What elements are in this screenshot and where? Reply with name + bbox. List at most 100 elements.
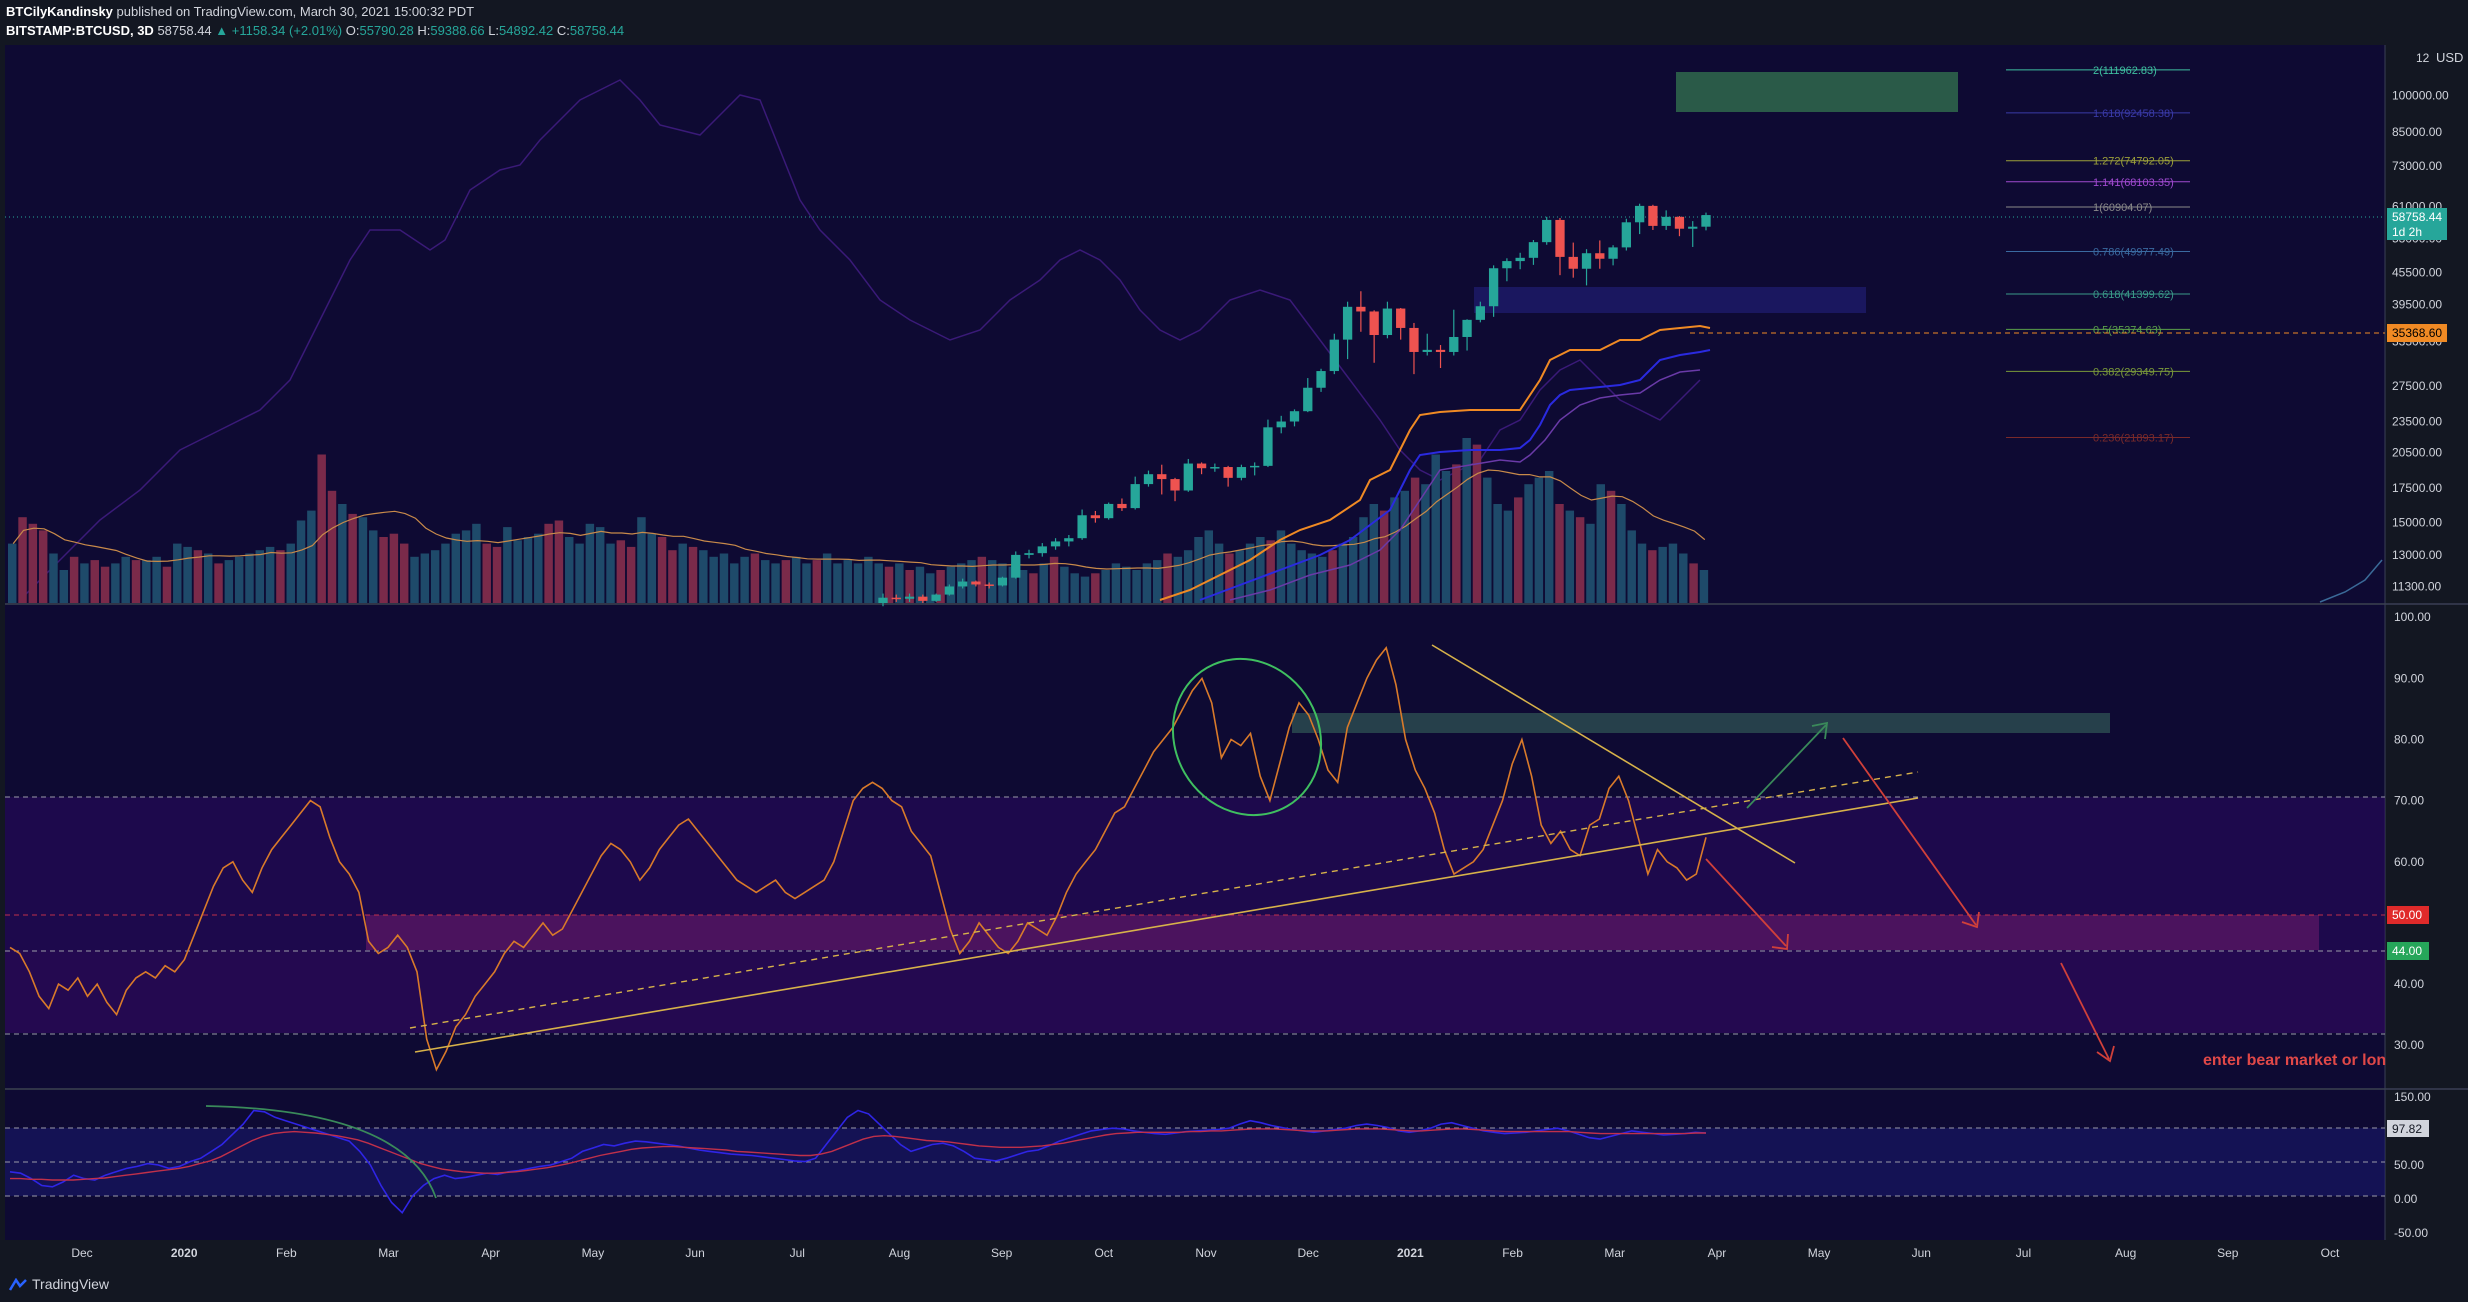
candle-body	[1183, 463, 1193, 491]
candle-body	[1263, 427, 1273, 466]
fib-level-label: 0.236(21893.17)	[2093, 432, 2174, 444]
volume-bar	[1204, 530, 1214, 603]
volume-bar	[214, 563, 223, 603]
volume-bar	[1606, 490, 1616, 603]
candle-body	[1143, 474, 1154, 485]
fib-level-label: 0.382(29349.75)	[2093, 366, 2174, 378]
volume-bar	[1194, 537, 1203, 603]
candle-body	[1050, 541, 1061, 547]
target-zone-box[interactable]	[1676, 72, 1958, 112]
volume-bar	[28, 523, 38, 603]
volume-bar	[482, 543, 491, 603]
volume-bar	[451, 533, 461, 603]
volume-bar	[595, 527, 605, 603]
time-axis[interactable]	[0, 1240, 2468, 1266]
volume-bar	[1091, 573, 1100, 603]
volume-bar	[730, 563, 739, 603]
last-price-badge-value: 58758.44	[2392, 210, 2442, 224]
rsi-tick-label: 40.00	[2394, 977, 2424, 991]
rsi-tick-label: 30.00	[2394, 1038, 2424, 1052]
candle-body	[1329, 339, 1339, 372]
volume-bar	[1699, 570, 1709, 603]
volume-bar	[657, 537, 667, 603]
candle-body	[1024, 553, 1034, 555]
candle-body	[1356, 306, 1366, 312]
rsi-resistance-box[interactable]	[1292, 713, 2110, 733]
candle-body	[1223, 467, 1233, 478]
volume-bar	[544, 523, 553, 603]
volume-bar	[1555, 504, 1564, 603]
rsi-50-badge-value: 50.00	[2392, 908, 2422, 922]
volume-bar	[49, 553, 58, 603]
tradingview-brand[interactable]: TradingView	[32, 1276, 109, 1292]
volume-bar	[1421, 484, 1430, 603]
volume-bar	[1689, 563, 1698, 603]
candle-body	[1581, 253, 1592, 269]
price-tick-label: 39500.00	[2392, 298, 2442, 312]
candle-body	[1568, 256, 1578, 269]
volume-bar	[1658, 546, 1667, 603]
candle-body	[1342, 306, 1353, 340]
volume-bar	[1472, 444, 1482, 603]
currency-label[interactable]: USD	[2436, 50, 2463, 65]
volume-bar	[637, 517, 646, 603]
time-tick-label: Apr	[481, 1246, 500, 1260]
volume-bar	[523, 537, 533, 603]
volume-bar	[38, 530, 48, 603]
volume-bar	[1142, 563, 1152, 603]
volume-bar	[1627, 530, 1636, 603]
volume-bar	[843, 560, 852, 603]
volume-bar	[173, 543, 182, 603]
candle-body	[1157, 474, 1167, 480]
time-tick-label: Jul	[2016, 1246, 2031, 1260]
volume-bar	[1338, 543, 1348, 603]
candle-body	[984, 584, 994, 586]
countdown-label: 1d 2h	[2392, 225, 2422, 239]
candle-body	[878, 597, 888, 603]
volume-bar	[1544, 471, 1554, 603]
volume-bar	[1586, 523, 1595, 603]
volume-bar	[791, 556, 801, 603]
volume-bar	[987, 560, 997, 603]
candle-body	[1435, 349, 1446, 352]
volume-bar	[410, 556, 419, 603]
time-tick-label: Sep	[2217, 1246, 2239, 1260]
time-tick-label: 2021	[1397, 1246, 1424, 1260]
volume-bar	[234, 556, 244, 603]
volume-bar	[245, 553, 254, 603]
volume-bar	[348, 513, 357, 603]
candle-body	[1077, 515, 1087, 539]
volume-bar	[472, 523, 481, 603]
fib-level-label: 1.618(92458.38)	[2093, 108, 2174, 120]
time-tick-label: Dec	[1298, 1246, 1319, 1260]
candle-body	[1210, 467, 1220, 469]
volume-bar	[307, 510, 316, 603]
time-tick-label: Nov	[1195, 1246, 1216, 1260]
volume-bar	[781, 560, 791, 603]
volume-bar	[255, 550, 265, 603]
volume-bar	[585, 523, 595, 603]
volume-bar	[977, 556, 987, 603]
tradingview-logo-icon[interactable]	[8, 1278, 28, 1292]
support-zone-box[interactable]	[1474, 287, 1866, 313]
fib-level-label: 1.272(74792.05)	[2093, 156, 2174, 168]
rsi-annotation[interactable]: enter bear market or lon	[2203, 1052, 2386, 1069]
price-tick-label: 27500.00	[2392, 379, 2442, 393]
candle-body	[1130, 484, 1140, 509]
volume-bar	[1235, 550, 1244, 603]
chart-canvas[interactable]: 2(111962.83) 1.618(92458.38) 1.272(74792.0…	[0, 0, 2468, 1302]
volume-bar	[1410, 477, 1420, 603]
candle-body	[1090, 515, 1101, 519]
candle-body	[1555, 219, 1565, 257]
volume-bar	[224, 560, 234, 603]
volume-bar	[1390, 497, 1399, 603]
volume-bar	[606, 543, 615, 603]
volume-bar	[833, 563, 842, 603]
rsi-bear-zone[interactable]	[366, 915, 2319, 950]
volume-bar	[1225, 553, 1234, 603]
price-tick-label: 17500.00	[2392, 481, 2442, 495]
volume-bar	[265, 546, 275, 603]
candle-body	[1688, 226, 1698, 229]
candle-body	[1542, 219, 1552, 243]
candle-body	[1608, 247, 1618, 259]
